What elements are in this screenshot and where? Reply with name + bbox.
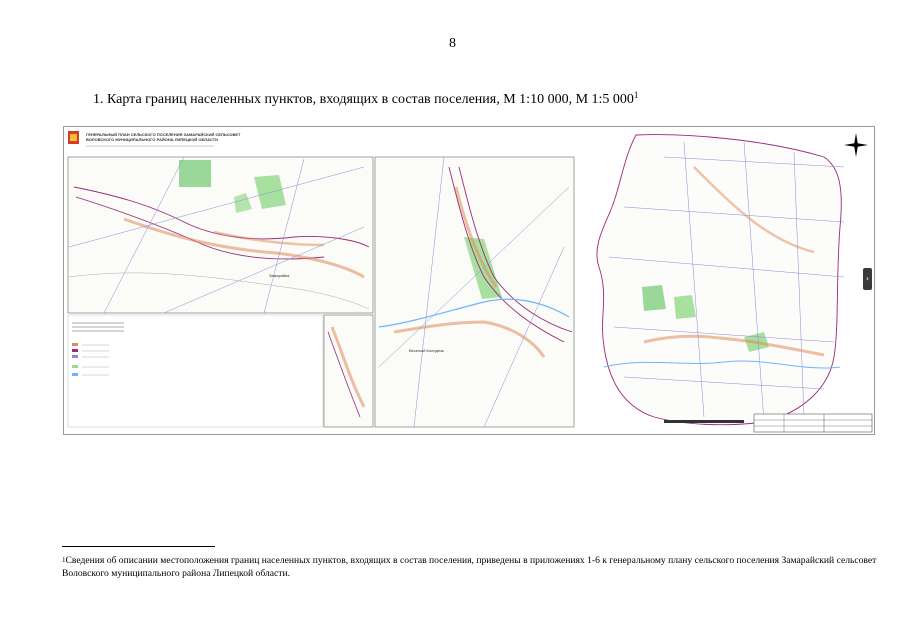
map-title-2: ВОЛОВСКОГО МУНИЦИПАЛЬНОГО РАЙОНА ЛИПЕЦКО… (86, 137, 218, 142)
footnote-text: Сведения об описании местоположения гран… (62, 555, 877, 579)
heading-footnote-mark: 1 (633, 90, 639, 100)
page-number: 8 (449, 36, 456, 51)
label-vesely: Веселый Колодезь (409, 348, 444, 353)
panel-zamaray: Замарайка (67, 156, 374, 314)
map-image: ГЕНЕРАЛЬНЫЙ ПЛАН СЕЛЬСКОГО ПОСЕЛЕНИЯ ЗАМ… (63, 126, 875, 435)
section-heading: 1. Карта границ населенных пунктов, вход… (93, 90, 639, 108)
map-drawing: ГЕНЕРАЛЬНЫЙ ПЛАН СЕЛЬСКОГО ПОСЕЛЕНИЯ ЗАМ… (67, 131, 873, 433)
panel-overview (596, 134, 845, 426)
label-zamaray: Замарайка (269, 273, 290, 278)
panel-inset (323, 314, 374, 428)
heading-text: 1. Карта границ населенных пунктов, вход… (93, 92, 634, 107)
footnote-divider (62, 546, 215, 547)
compass-icon (844, 133, 868, 157)
footnote: 1Сведения об описании местоположения гра… (62, 554, 878, 580)
map-nav-button[interactable]: › (863, 268, 872, 290)
map-legend (67, 314, 324, 428)
panel-vesely: Веселый Колодезь (374, 156, 575, 428)
